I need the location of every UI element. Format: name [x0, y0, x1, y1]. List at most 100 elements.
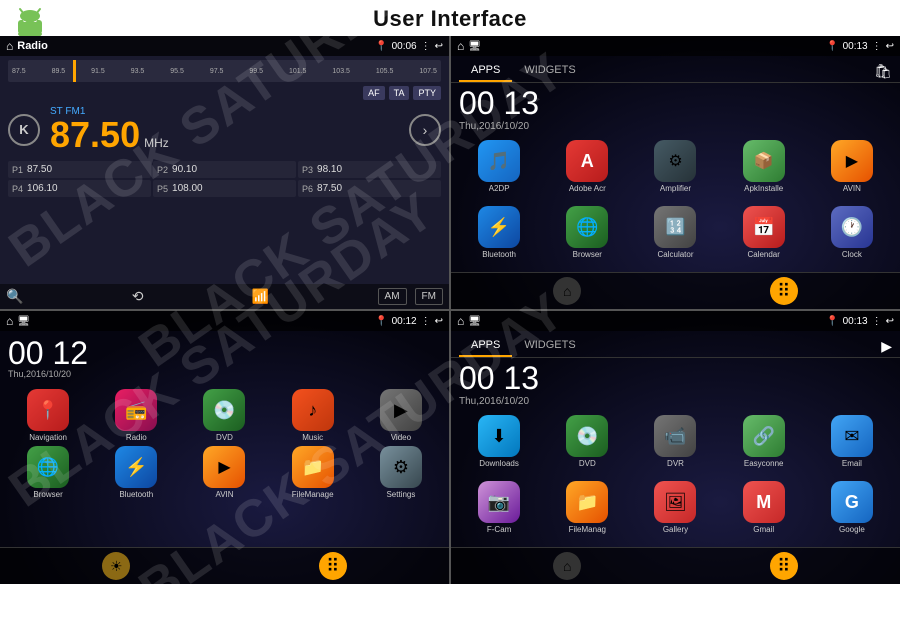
home-icon-apps[interactable]: ⌂ [457, 39, 464, 53]
app-adobe[interactable]: A Adobe Acr [545, 140, 629, 202]
app-label-navigation: Navigation [29, 433, 67, 442]
screen-home: ⌂ 🖥 📍 00:12 ⋮ ↩ 00 12 Thu,2016/10/20 📍 N… [0, 311, 449, 584]
app-label-calendar: Calendar [747, 250, 779, 259]
app-google[interactable]: G Google [810, 481, 894, 543]
back-icon[interactable]: ↩ [435, 41, 443, 52]
dock-apps-screen2[interactable]: ⠿ [770, 277, 798, 305]
dock-sun-home[interactable]: ☀ [102, 552, 130, 580]
app-email[interactable]: ✉ Email [810, 415, 894, 477]
apps-grid-screen2: 🎵 A2DP A Adobe Acr ⚙ Amplifier 📦 ApkInst… [451, 136, 900, 272]
app-gmail[interactable]: M Gmail [722, 481, 806, 543]
app-label-radio: Radio [126, 433, 147, 442]
app-radio[interactable]: 📻 Radio [94, 389, 178, 442]
app-settings-home[interactable]: ⚙ Settings [359, 446, 443, 499]
app-icon-avin: ▶ [831, 140, 873, 182]
preset-3[interactable]: P3 98.10 [298, 161, 441, 178]
app-icon-clock: 🕐 [831, 206, 873, 248]
app-fcam[interactable]: 📷 F-Cam [457, 481, 541, 543]
app-a2dp[interactable]: 🎵 A2DP [457, 140, 541, 202]
app-browser-home[interactable]: 🌐 Browser [6, 446, 90, 499]
af-button[interactable]: AF [363, 86, 385, 100]
app-avin[interactable]: ▶ AVIN [810, 140, 894, 202]
app-calculator[interactable]: 🔢 Calculator [633, 206, 717, 268]
home-icon-home[interactable]: ⌂ [6, 314, 13, 328]
signal-icon[interactable]: 📶 [252, 288, 269, 305]
app-icon-downloads: ⬇ [478, 415, 520, 457]
preset-1[interactable]: P1 87.50 [8, 161, 151, 178]
app-clock[interactable]: 🕐 Clock [810, 206, 894, 268]
am-button[interactable]: AM [378, 288, 407, 305]
status-bar-apps2: ⌂ 🖥 📍 00:13 ⋮ ↩ [451, 311, 900, 331]
app-calendar[interactable]: 📅 Calendar [722, 206, 806, 268]
preset-5[interactable]: P5 108.00 [153, 180, 296, 197]
app-navigation[interactable]: 📍 Navigation [6, 389, 90, 442]
menu-icon-apps2[interactable]: ⋮ [872, 316, 882, 327]
home-content: 00 12 Thu,2016/10/20 📍 Navigation 📻 Radi… [0, 331, 449, 584]
app-avin-home[interactable]: ▶ AVIN [182, 446, 266, 499]
dock-apps-apps2[interactable]: ⠿ [770, 552, 798, 580]
app-filemanager2[interactable]: 📁 FileManag [545, 481, 629, 543]
preset-4[interactable]: P4 106.10 [8, 180, 151, 197]
back-icon-home[interactable]: ↩ [435, 316, 443, 327]
tab-widgets[interactable]: WIDGETS [512, 60, 587, 82]
radio-mhz: MHz [144, 136, 169, 150]
time-apps: 00:13 [843, 41, 868, 52]
app-gallery[interactable]: 🖼 Gallery [633, 481, 717, 543]
dock-apps-home[interactable]: ⠿ [319, 552, 347, 580]
home-icon[interactable]: ⌂ [6, 39, 13, 53]
radio-k-button[interactable]: K [8, 114, 40, 146]
radio-next-button[interactable]: › [409, 114, 441, 146]
bag-icon-apps2[interactable]: ▶ [881, 338, 892, 355]
fm-button[interactable]: FM [415, 288, 443, 305]
apps2-tabs: APPS WIDGETS ▶ [451, 331, 900, 358]
app-easyconnect[interactable]: 🔗 Easyconne [722, 415, 806, 477]
app-apkinstaller[interactable]: 📦 ApkInstalle [722, 140, 806, 202]
pty-button[interactable]: PTY [413, 86, 441, 100]
app-bluetooth-home[interactable]: ⚡ Bluetooth [94, 446, 178, 499]
home-icon-apps2[interactable]: ⌂ [457, 314, 464, 328]
app-label-gmail: Gmail [753, 525, 774, 534]
clock-time-apps: 00 13 [459, 87, 539, 119]
tab-widgets2[interactable]: WIDGETS [512, 335, 587, 357]
repeat-icon[interactable]: ⟲ [132, 288, 144, 305]
app-filemanager-home[interactable]: 📁 FileManage [271, 446, 355, 499]
menu-icon-home[interactable]: ⋮ [421, 316, 431, 327]
app-label-bluetooth: Bluetooth [482, 250, 516, 259]
app-label-email: Email [842, 459, 862, 468]
app-dvd[interactable]: 💿 DVD [182, 389, 266, 442]
back-icon-apps2[interactable]: ↩ [886, 316, 894, 327]
app-label-avin: AVIN [843, 184, 861, 193]
app-icon-navigation: 📍 [27, 389, 69, 431]
freq-indicator [73, 60, 76, 82]
app-icon-browser: 🌐 [566, 206, 608, 248]
app-music[interactable]: ♪ Music [271, 389, 355, 442]
app-browser[interactable]: 🌐 Browser [545, 206, 629, 268]
app-video[interactable]: ▶ Video [359, 389, 443, 442]
app-label-music: Music [302, 433, 323, 442]
app-bluetooth[interactable]: ⚡ Bluetooth [457, 206, 541, 268]
radio-freq-bar[interactable]: 87.5 89.5 91.5 93.5 95.5 97.5 99.5 101.5… [8, 60, 441, 82]
app-label-avin-home: AVIN [215, 490, 233, 499]
dock-nav-screen2[interactable]: ⌂ [553, 277, 581, 305]
app-amplifier[interactable]: ⚙ Amplifier [633, 140, 717, 202]
menu-icon-apps[interactable]: ⋮ [872, 41, 882, 52]
radio-band-buttons: AM FM [378, 288, 443, 305]
tab-apps2[interactable]: APPS [459, 335, 512, 357]
search-icon[interactable]: 🔍 [6, 288, 23, 305]
dock-nav-apps2[interactable]: ⌂ [553, 552, 581, 580]
back-icon-apps[interactable]: ↩ [886, 41, 894, 52]
app-label-downloads: Downloads [479, 459, 519, 468]
tab-apps[interactable]: APPS [459, 60, 512, 82]
app-icon-video: ▶ [380, 389, 422, 431]
preset-6[interactable]: P6 87.50 [298, 180, 441, 197]
app-label-a2dp: A2DP [489, 184, 510, 193]
app-dvd2[interactable]: 💿 DVD [545, 415, 629, 477]
status-bar-radio: ⌂ Radio 📍 00:06 ⋮ ↩ [0, 36, 449, 56]
bag-icon[interactable]: 🛍 [874, 63, 892, 80]
screen-radio: ⌂ Radio 📍 00:06 ⋮ ↩ 87.5 89.5 91.5 93.5 … [0, 36, 449, 309]
ta-button[interactable]: TA [389, 86, 410, 100]
app-dvr[interactable]: 📹 DVR [633, 415, 717, 477]
app-downloads[interactable]: ⬇ Downloads [457, 415, 541, 477]
menu-icon[interactable]: ⋮ [421, 41, 431, 52]
preset-2[interactable]: P2 90.10 [153, 161, 296, 178]
